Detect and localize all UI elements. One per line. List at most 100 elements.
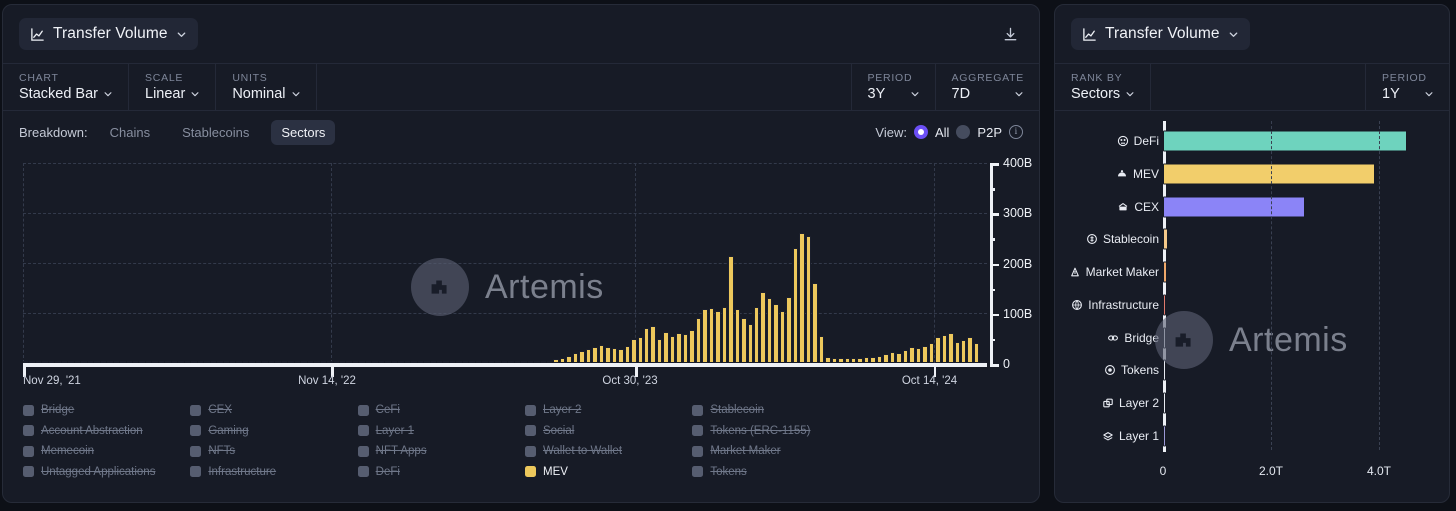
aggregate-control[interactable]: AGGREGATE 7D <box>936 64 1039 110</box>
bar[interactable] <box>631 339 636 363</box>
legend-item[interactable]: Gaming <box>190 422 353 441</box>
download-button[interactable] <box>997 21 1023 47</box>
rank-row[interactable]: Bridge <box>1055 321 1431 354</box>
bar[interactable] <box>735 309 740 363</box>
legend-item[interactable]: Layer 2 <box>525 401 688 420</box>
bar[interactable] <box>955 342 960 363</box>
units-control[interactable]: UNITS Nominal <box>216 64 316 110</box>
rank-bar[interactable] <box>1163 196 1305 217</box>
period-control[interactable]: PERIOD 3Y <box>852 64 936 110</box>
legend-item[interactable]: Tokens <box>692 463 855 482</box>
bar[interactable] <box>689 330 694 363</box>
legend-item[interactable]: Wallet to Wallet <box>525 442 688 461</box>
rank-bar[interactable] <box>1163 131 1407 152</box>
bar[interactable] <box>896 353 901 363</box>
bar[interactable] <box>877 356 882 363</box>
legend-item[interactable]: Market Maker <box>692 442 855 461</box>
bar[interactable] <box>605 347 610 364</box>
bar[interactable] <box>961 340 966 363</box>
bar[interactable] <box>702 309 707 363</box>
bar[interactable] <box>909 347 914 363</box>
legend-item[interactable]: NFT Apps <box>358 442 521 461</box>
bar[interactable] <box>890 352 895 363</box>
metric-selector-button[interactable]: Transfer Volume <box>19 18 198 50</box>
bar[interactable] <box>573 353 578 363</box>
bar[interactable] <box>786 297 791 363</box>
bar[interactable] <box>793 248 798 363</box>
legend-item[interactable]: Stablecoin <box>692 401 855 420</box>
rank-bar[interactable] <box>1163 425 1166 446</box>
bar[interactable] <box>883 354 888 363</box>
bar[interactable] <box>670 336 675 364</box>
rank-by-control[interactable]: RANK BY Sectors <box>1055 64 1151 110</box>
legend-item[interactable]: NFTs <box>190 442 353 461</box>
bar[interactable] <box>592 347 597 363</box>
bar[interactable] <box>644 328 649 363</box>
bar[interactable] <box>579 351 584 363</box>
scale-control[interactable]: SCALE Linear <box>129 64 216 110</box>
bar[interactable] <box>625 346 630 363</box>
rank-bar[interactable] <box>1163 360 1166 381</box>
legend-item[interactable]: CeFi <box>358 401 521 420</box>
bar[interactable] <box>586 349 591 363</box>
bar[interactable] <box>942 335 947 363</box>
bar[interactable] <box>767 298 772 363</box>
bar[interactable] <box>903 350 908 363</box>
bar[interactable] <box>709 308 714 363</box>
view-radio-all[interactable] <box>914 125 928 139</box>
legend-item[interactable]: Tokens (ERC-1155) <box>692 422 855 441</box>
rank-bar[interactable] <box>1163 262 1167 283</box>
rank-bar[interactable] <box>1163 229 1168 250</box>
legend-item[interactable]: DeFi <box>358 463 521 482</box>
bar[interactable] <box>935 337 940 363</box>
bar[interactable] <box>663 332 668 363</box>
rank-row[interactable]: Market Maker <box>1055 256 1431 289</box>
legend-item[interactable]: Bridge <box>23 401 186 420</box>
bar[interactable] <box>566 356 571 363</box>
bar[interactable] <box>754 307 759 363</box>
rank-row[interactable]: CEX <box>1055 190 1431 223</box>
legend-item[interactable]: Layer 1 <box>358 422 521 441</box>
bar[interactable] <box>650 326 655 364</box>
breakdown-option-sectors[interactable]: Sectors <box>271 120 335 145</box>
rank-row[interactable]: Layer 2 <box>1055 387 1431 420</box>
rank-bar[interactable] <box>1163 294 1166 315</box>
rank-row[interactable]: DeFi <box>1055 125 1431 158</box>
rank-bar[interactable] <box>1163 392 1166 413</box>
bar[interactable] <box>812 283 817 363</box>
view-option-all[interactable]: All <box>935 125 949 140</box>
bar[interactable] <box>676 333 681 363</box>
bar[interactable] <box>741 318 746 363</box>
bar[interactable] <box>948 333 953 363</box>
legend-item[interactable]: CEX <box>190 401 353 420</box>
breakdown-option-stablecoins[interactable]: Stablecoins <box>172 120 259 145</box>
bar[interactable] <box>599 345 604 364</box>
bar[interactable] <box>967 337 972 363</box>
bar[interactable] <box>806 236 811 364</box>
legend-item[interactable]: Account Abstraction <box>23 422 186 441</box>
bar[interactable] <box>799 233 804 363</box>
rank-row[interactable]: Infrastructure <box>1055 289 1431 322</box>
legend-item[interactable]: Social <box>525 422 688 441</box>
bar[interactable] <box>722 307 727 363</box>
rank-bar[interactable] <box>1163 164 1375 185</box>
bar[interactable] <box>929 343 934 363</box>
legend-item[interactable]: Untagged Applications <box>23 463 186 482</box>
bar[interactable] <box>974 343 979 363</box>
bar[interactable] <box>715 311 720 364</box>
bar[interactable] <box>657 339 662 363</box>
rank-row[interactable]: Tokens <box>1055 354 1431 387</box>
bar[interactable] <box>728 256 733 364</box>
bar[interactable] <box>612 348 617 363</box>
bar[interactable] <box>819 336 824 364</box>
bar[interactable] <box>683 334 688 363</box>
main-chart-plot[interactable] <box>23 163 987 363</box>
rank-period-control[interactable]: PERIOD 1Y <box>1366 64 1449 110</box>
rank-row[interactable]: MEV <box>1055 158 1431 191</box>
rank-row[interactable]: Layer 1 <box>1055 419 1431 452</box>
bar[interactable] <box>916 348 921 363</box>
chart-type-control[interactable]: CHART Stacked Bar <box>3 64 129 110</box>
bar[interactable] <box>618 349 623 363</box>
bar[interactable] <box>760 292 765 363</box>
info-icon[interactable]: i <box>1009 125 1023 139</box>
